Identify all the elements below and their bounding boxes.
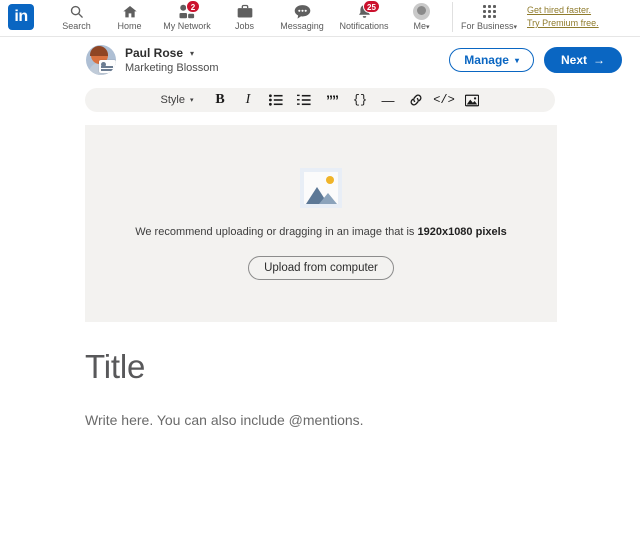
author-subtitle: Marketing Blossom <box>125 61 219 74</box>
avatar-icon <box>412 3 432 20</box>
promo-links: Get hired faster. Try Premium free. <box>527 0 599 29</box>
article-body-input[interactable]: Write here. You can also include @mentio… <box>85 412 640 428</box>
numbered-list-icon[interactable] <box>296 92 311 109</box>
author-name: Paul Rose <box>125 45 184 60</box>
author-info: Paul Rose ▾ Marketing Blossom <box>125 46 219 75</box>
nav-label-for-business-text: For Business <box>460 21 514 31</box>
style-dropdown-label: Style <box>160 94 185 106</box>
nav-item-jobs[interactable]: Jobs <box>218 0 271 37</box>
nav-item-home[interactable]: Home <box>103 0 156 37</box>
nav-item-my-network[interactable]: 2 My Network <box>156 0 218 37</box>
linkedin-logo[interactable]: in <box>8 4 34 30</box>
cover-image-upload-area[interactable]: We recommend uploading or dragging in an… <box>85 125 557 322</box>
linkedin-logo-text: in <box>14 8 28 25</box>
chevron-down-icon: ▾ <box>514 55 519 65</box>
chevron-down-icon: ▾ <box>426 24 430 31</box>
divider-icon[interactable]: — <box>380 92 395 109</box>
chevron-down-icon: ▾ <box>190 48 195 58</box>
italic-icon[interactable]: I <box>240 92 255 109</box>
formatting-toolbar: Style ▾ B I ”” {} — </> <box>85 88 555 112</box>
nav-label-notifications: Notifications <box>339 21 389 31</box>
nav-label-search: Search <box>62 21 91 31</box>
my-network-badge: 2 <box>186 0 200 13</box>
nav-label-me: Me▾ <box>413 21 429 33</box>
upload-hint-dimensions: 1920x1080 pixels <box>417 225 507 238</box>
arrow-right-icon: → <box>593 53 605 67</box>
embed-icon[interactable]: </> <box>433 92 455 109</box>
next-button[interactable]: Next → <box>543 47 622 73</box>
promo-link-get-hired-faster[interactable]: Get hired faster. <box>527 4 599 16</box>
nav-label-for-business: For Business▾ <box>461 21 517 33</box>
chevron-down-icon: ▾ <box>513 24 518 31</box>
nav-label-home: Home <box>117 21 142 31</box>
top-navigation-bar: in Search Home 2 My Network Jobs Messagi… <box>0 0 640 37</box>
messaging-icon <box>292 3 312 20</box>
manage-button-label: Manage <box>464 53 509 67</box>
article-content: We recommend uploading or dragging in an… <box>0 112 640 428</box>
code-block-icon[interactable]: {} <box>352 92 367 109</box>
link-icon[interactable] <box>408 92 423 109</box>
style-dropdown[interactable]: Style ▾ <box>161 94 194 106</box>
upload-hint-prefix: We recommend uploading or dragging in an… <box>135 225 418 238</box>
app-grid-icon <box>479 3 499 20</box>
image-icon[interactable] <box>464 92 479 109</box>
notifications-badge: 25 <box>363 0 380 13</box>
manage-button[interactable]: Manage ▾ <box>449 48 534 72</box>
search-icon <box>67 3 87 20</box>
author-avatar[interactable] <box>86 45 116 75</box>
image-placeholder-icon <box>300 167 342 208</box>
author-actions: Manage ▾ Next → <box>449 47 622 73</box>
nav-label-jobs: Jobs <box>234 21 254 31</box>
upload-hint-text: We recommend uploading or dragging in an… <box>135 226 507 238</box>
home-icon <box>120 3 140 20</box>
upload-from-computer-button[interactable]: Upload from computer <box>248 255 394 280</box>
nav-divider <box>452 2 453 32</box>
nav-item-notifications[interactable]: 25 Notifications <box>333 0 395 37</box>
bold-icon[interactable]: B <box>212 92 227 109</box>
nav-label-me-text: Me <box>413 21 426 31</box>
toolbar-wrapper: Style ▾ B I ”” {} — </> <box>0 83 640 112</box>
author-name-row[interactable]: Paul Rose ▾ <box>125 46 219 61</box>
author-bar: Paul Rose ▾ Marketing Blossom Manage ▾ N… <box>0 37 640 83</box>
nav-item-messaging[interactable]: Messaging <box>271 0 333 37</box>
bulleted-list-icon[interactable] <box>268 92 283 109</box>
quote-icon[interactable]: ”” <box>324 92 339 109</box>
jobs-icon <box>235 3 255 20</box>
promo-link-try-premium-free[interactable]: Try Premium free. <box>527 17 599 29</box>
nav-label-messaging: Messaging <box>280 21 324 31</box>
nav-item-me[interactable]: Me▾ <box>395 0 448 37</box>
article-title-input[interactable]: Title <box>85 348 640 386</box>
next-button-label: Next <box>560 53 587 67</box>
nav-label-my-network: My Network <box>163 21 211 31</box>
chevron-down-icon: ▾ <box>189 97 194 104</box>
nav-item-search[interactable]: Search <box>50 0 103 37</box>
nav-item-for-business[interactable]: For Business▾ <box>457 0 521 37</box>
